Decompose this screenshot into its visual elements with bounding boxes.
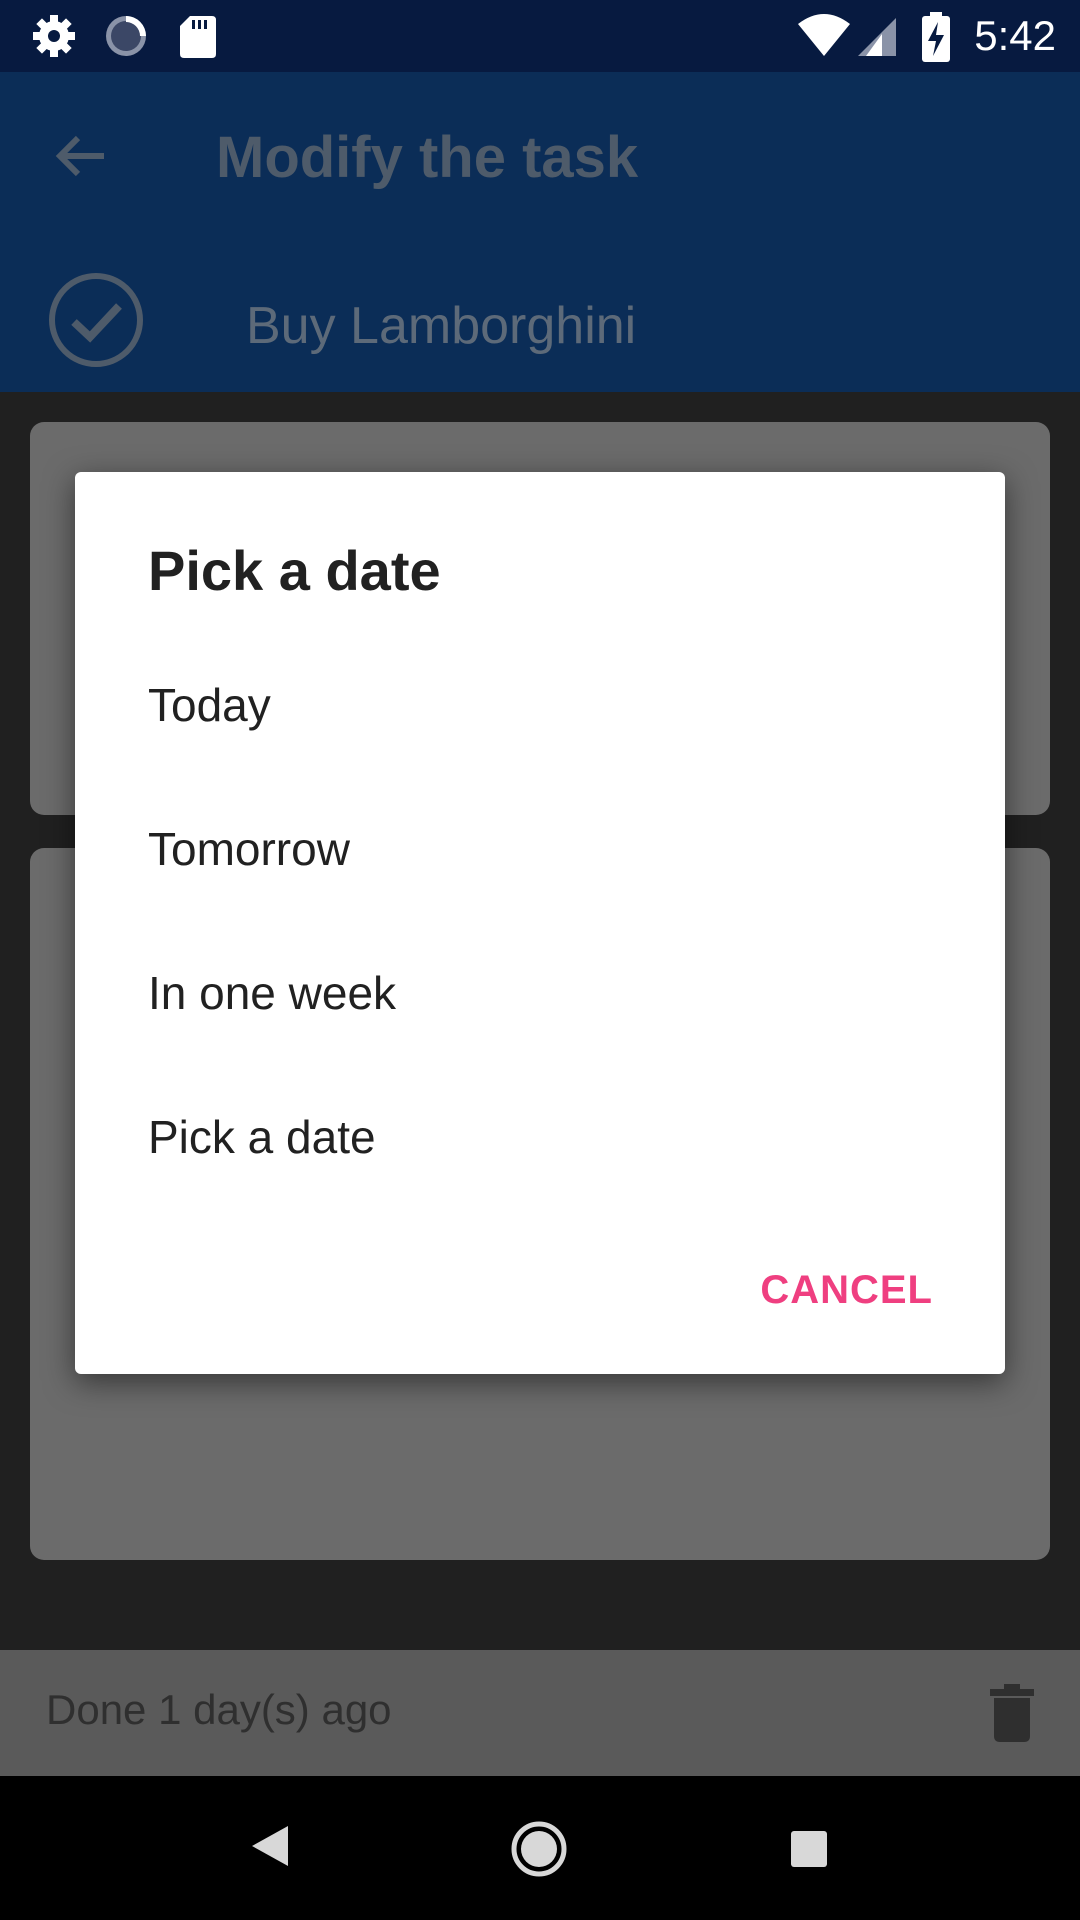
nav-home-icon[interactable] [510, 1820, 568, 1883]
signal-icon [856, 12, 900, 65]
option-pick-a-date[interactable]: Pick a date [148, 1110, 376, 1164]
option-in-one-week[interactable]: In one week [148, 966, 396, 1020]
dialog-title: Pick a date [148, 539, 441, 602]
option-tomorrow[interactable]: Tomorrow [148, 822, 350, 876]
battery-charging-icon [920, 12, 952, 69]
sd-card-icon [178, 12, 218, 65]
trash-icon[interactable] [990, 1684, 1034, 1747]
status-bar: 5:42 [0, 0, 1080, 72]
date-picker-dialog: Pick a date Today Tomorrow In one week P… [75, 472, 1005, 1374]
bottom-bar: Done 1 day(s) ago [0, 1650, 1080, 1776]
option-today[interactable]: Today [148, 678, 271, 732]
nav-back-icon[interactable] [250, 1824, 290, 1873]
cancel-button[interactable]: CANCEL [760, 1268, 933, 1313]
sync-icon [102, 12, 150, 65]
page-title: Modify the task [216, 125, 639, 190]
back-arrow-icon[interactable] [52, 128, 108, 189]
app-bar: Modify the task Buy Lamborghini [0, 72, 1080, 392]
status-time: 5:42 [974, 12, 1056, 59]
task-name: Buy Lamborghini [246, 297, 637, 355]
task-done-checkbox-icon[interactable] [46, 270, 146, 375]
nav-recent-apps-icon[interactable] [790, 1830, 828, 1873]
wifi-icon [796, 12, 852, 65]
navigation-bar [0, 1776, 1080, 1920]
settings-icon [30, 12, 78, 65]
done-status-text: Done 1 day(s) ago [46, 1686, 392, 1733]
